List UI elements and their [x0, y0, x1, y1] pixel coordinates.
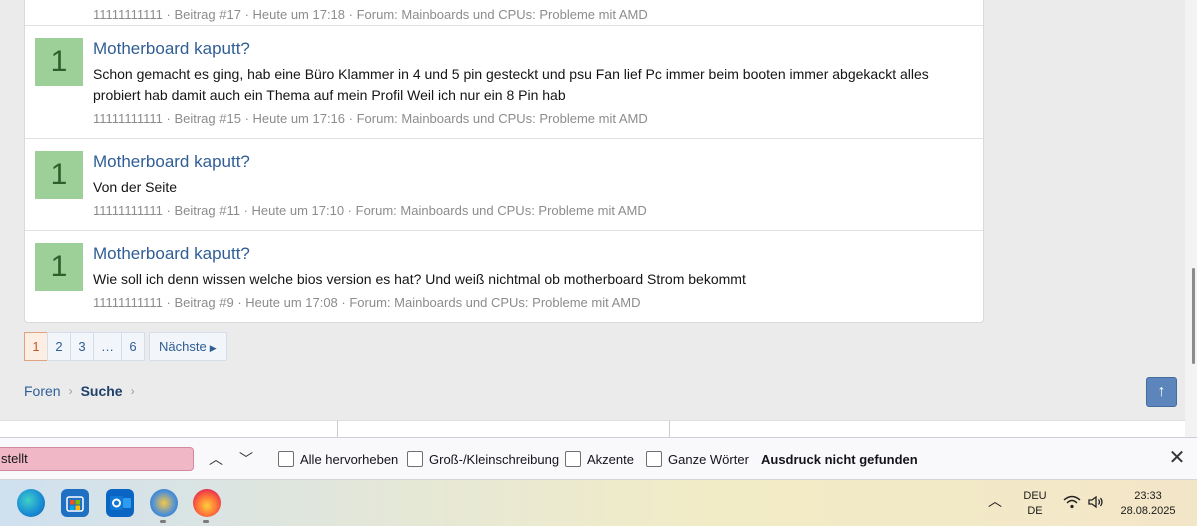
find-previous-button[interactable]: ︿ — [205, 449, 227, 469]
chevron-up-icon[interactable]: ︿ — [988, 494, 1002, 509]
result-meta: 11111111111 · Beitrag #11 · Heute um 17:… — [93, 203, 647, 218]
chevron-right-icon: › — [68, 384, 73, 398]
outlook-glyph-icon — [110, 496, 131, 510]
close-findbar-button[interactable]: ✕ — [1166, 447, 1188, 469]
highlight-all-checkbox[interactable] — [278, 451, 294, 467]
match-accents-checkbox[interactable] — [565, 451, 581, 467]
wifi-icon[interactable] — [1063, 495, 1081, 512]
result-item: 1 Motherboard kaputt? Von der Seite 1111… — [25, 139, 983, 231]
result-post-link[interactable]: Beitrag #11 — [174, 203, 240, 218]
breadcrumb-forums-link[interactable]: Foren — [24, 383, 61, 399]
find-status: Ausdruck nicht gefunden — [761, 452, 918, 467]
language-code: DEU — [1023, 490, 1047, 502]
forum-page: 11111111111 · Beitrag #17 · Heute um 17:… — [0, 0, 1197, 437]
match-case-checkbox[interactable] — [407, 451, 423, 467]
chevron-up-icon: ︿ — [209, 451, 223, 467]
result-title-link[interactable]: Motherboard kaputt? — [93, 243, 250, 265]
chevron-down-icon: ﹀ — [239, 451, 253, 467]
find-input[interactable]: stellt — [0, 447, 194, 471]
result-post-link[interactable]: Beitrag #17 — [174, 7, 241, 22]
result-author-link[interactable]: 11111111111 — [93, 7, 163, 22]
next-page-label: Nächste — [159, 339, 207, 354]
back-to-top-button[interactable]: ↑ — [1146, 377, 1177, 407]
avatar[interactable]: 1 — [35, 243, 83, 291]
result-snippet: Von der Seite — [93, 179, 178, 195]
clock-time: 23:33 — [1134, 490, 1162, 502]
result-snippet: Wie soll ich denn wissen welche bios ver… — [93, 271, 746, 287]
footer-divider — [337, 421, 338, 437]
result-forum-link[interactable]: Forum: Mainboards und CPUs: Probleme mit… — [357, 111, 648, 126]
page-jump-ellipsis[interactable]: … — [93, 332, 122, 361]
firefox-icon[interactable] — [193, 489, 221, 517]
result-forum-link[interactable]: Forum: Mainboards und CPUs: Probleme mit… — [357, 7, 648, 22]
find-next-button[interactable]: ﹀ — [235, 449, 257, 469]
language-indicator[interactable]: DEU DE — [1020, 489, 1050, 519]
search-results-list: 11111111111 · Beitrag #17 · Heute um 17:… — [24, 0, 984, 323]
clock[interactable]: 23:33 28.08.2025 — [1116, 489, 1180, 519]
keyboard-layout: DE — [1027, 505, 1043, 517]
find-in-page-bar: stellt ︿ ﹀ Alle hervorheben Groß-/Kleins… — [0, 437, 1197, 479]
scrollbar-thumb[interactable] — [1192, 268, 1195, 364]
result-item: 1 Motherboard kaputt? Schon gemacht es g… — [25, 26, 983, 139]
page-scrollbar[interactable] — [1185, 0, 1197, 437]
result-time: Heute um 17:10 — [251, 203, 345, 218]
page-link[interactable]: 3 — [70, 332, 94, 361]
match-accents-label: Akzente — [587, 451, 634, 467]
chevron-right-icon: › — [130, 384, 135, 398]
match-case-label: Groß-/Kleinschreibung — [429, 451, 560, 467]
breadcrumb: Foren › Suche › — [24, 383, 135, 399]
page-link-last[interactable]: 6 — [121, 332, 145, 361]
result-author-link[interactable]: 11111111111 — [93, 295, 163, 310]
result-meta: 11111111111 · Beitrag #17 · Heute um 17:… — [93, 7, 648, 22]
result-forum-link[interactable]: Forum: Mainboards und CPUs: Probleme mit… — [349, 295, 640, 310]
highlight-all-label: Alle hervorheben — [300, 451, 399, 467]
highlight-all-option[interactable]: Alle hervorheben — [278, 451, 398, 467]
result-author-link[interactable]: 11111111111 — [93, 203, 163, 218]
wifi-glyph-icon — [1063, 495, 1081, 509]
running-indicator — [203, 520, 209, 523]
page-link[interactable]: 2 — [47, 332, 71, 361]
page-footer-strip — [0, 420, 1197, 437]
close-icon: ✕ — [1168, 447, 1186, 469]
result-time: Heute um 17:16 — [252, 111, 346, 126]
match-accents-option[interactable]: Akzente — [565, 451, 634, 467]
edge-icon[interactable] — [17, 489, 45, 517]
volume-icon[interactable] — [1087, 495, 1105, 514]
result-author-link[interactable]: 11111111111 — [93, 111, 163, 126]
store-grid-icon — [66, 496, 84, 512]
next-page-button[interactable]: Nächste ▶ — [149, 332, 227, 361]
result-snippet: Schon gemacht es ging, hab eine Büro Kla… — [93, 66, 929, 103]
result-post-link[interactable]: Beitrag #9 — [174, 295, 233, 310]
result-time: Heute um 17:18 — [252, 7, 346, 22]
result-title-link[interactable]: Motherboard kaputt? — [93, 38, 250, 60]
microsoft-store-icon[interactable] — [61, 489, 89, 517]
result-title-link[interactable]: Motherboard kaputt? — [93, 151, 250, 173]
running-indicator — [160, 520, 166, 523]
app-icon[interactable] — [150, 489, 178, 517]
avatar[interactable]: 1 — [35, 38, 83, 86]
result-item: 11111111111 · Beitrag #17 · Heute um 17:… — [25, 0, 983, 26]
result-time: Heute um 17:08 — [245, 295, 338, 310]
result-forum-link[interactable]: Forum: Mainboards und CPUs: Probleme mit… — [356, 203, 647, 218]
outlook-icon[interactable] — [106, 489, 134, 517]
result-item: 1 Motherboard kaputt? Wie soll ich denn … — [25, 231, 983, 322]
match-case-option[interactable]: Groß-/Kleinschreibung — [407, 451, 559, 467]
speaker-glyph-icon — [1088, 495, 1103, 509]
avatar[interactable]: 1 — [35, 151, 83, 199]
breadcrumb-search-link[interactable]: Suche — [81, 383, 123, 399]
whole-words-checkbox[interactable] — [646, 451, 662, 467]
pagination: 1 2 3 … 6 Nächste ▶ — [24, 332, 227, 361]
clock-date: 28.08.2025 — [1120, 505, 1176, 517]
arrow-up-icon: ↑ — [1157, 383, 1166, 400]
windows-taskbar: ︿ DEU DE 23:33 28.08.2025 — [0, 479, 1197, 526]
result-post-link[interactable]: Beitrag #15 — [174, 111, 241, 126]
result-meta: 11111111111 · Beitrag #9 · Heute um 17:0… — [93, 295, 641, 310]
result-meta: 11111111111 · Beitrag #15 · Heute um 17:… — [93, 111, 648, 126]
whole-words-option[interactable]: Ganze Wörter — [646, 451, 749, 467]
caret-right-icon: ▶ — [209, 343, 217, 353]
whole-words-label: Ganze Wörter — [668, 451, 749, 467]
footer-divider — [669, 421, 670, 437]
page-link-current[interactable]: 1 — [24, 332, 48, 361]
